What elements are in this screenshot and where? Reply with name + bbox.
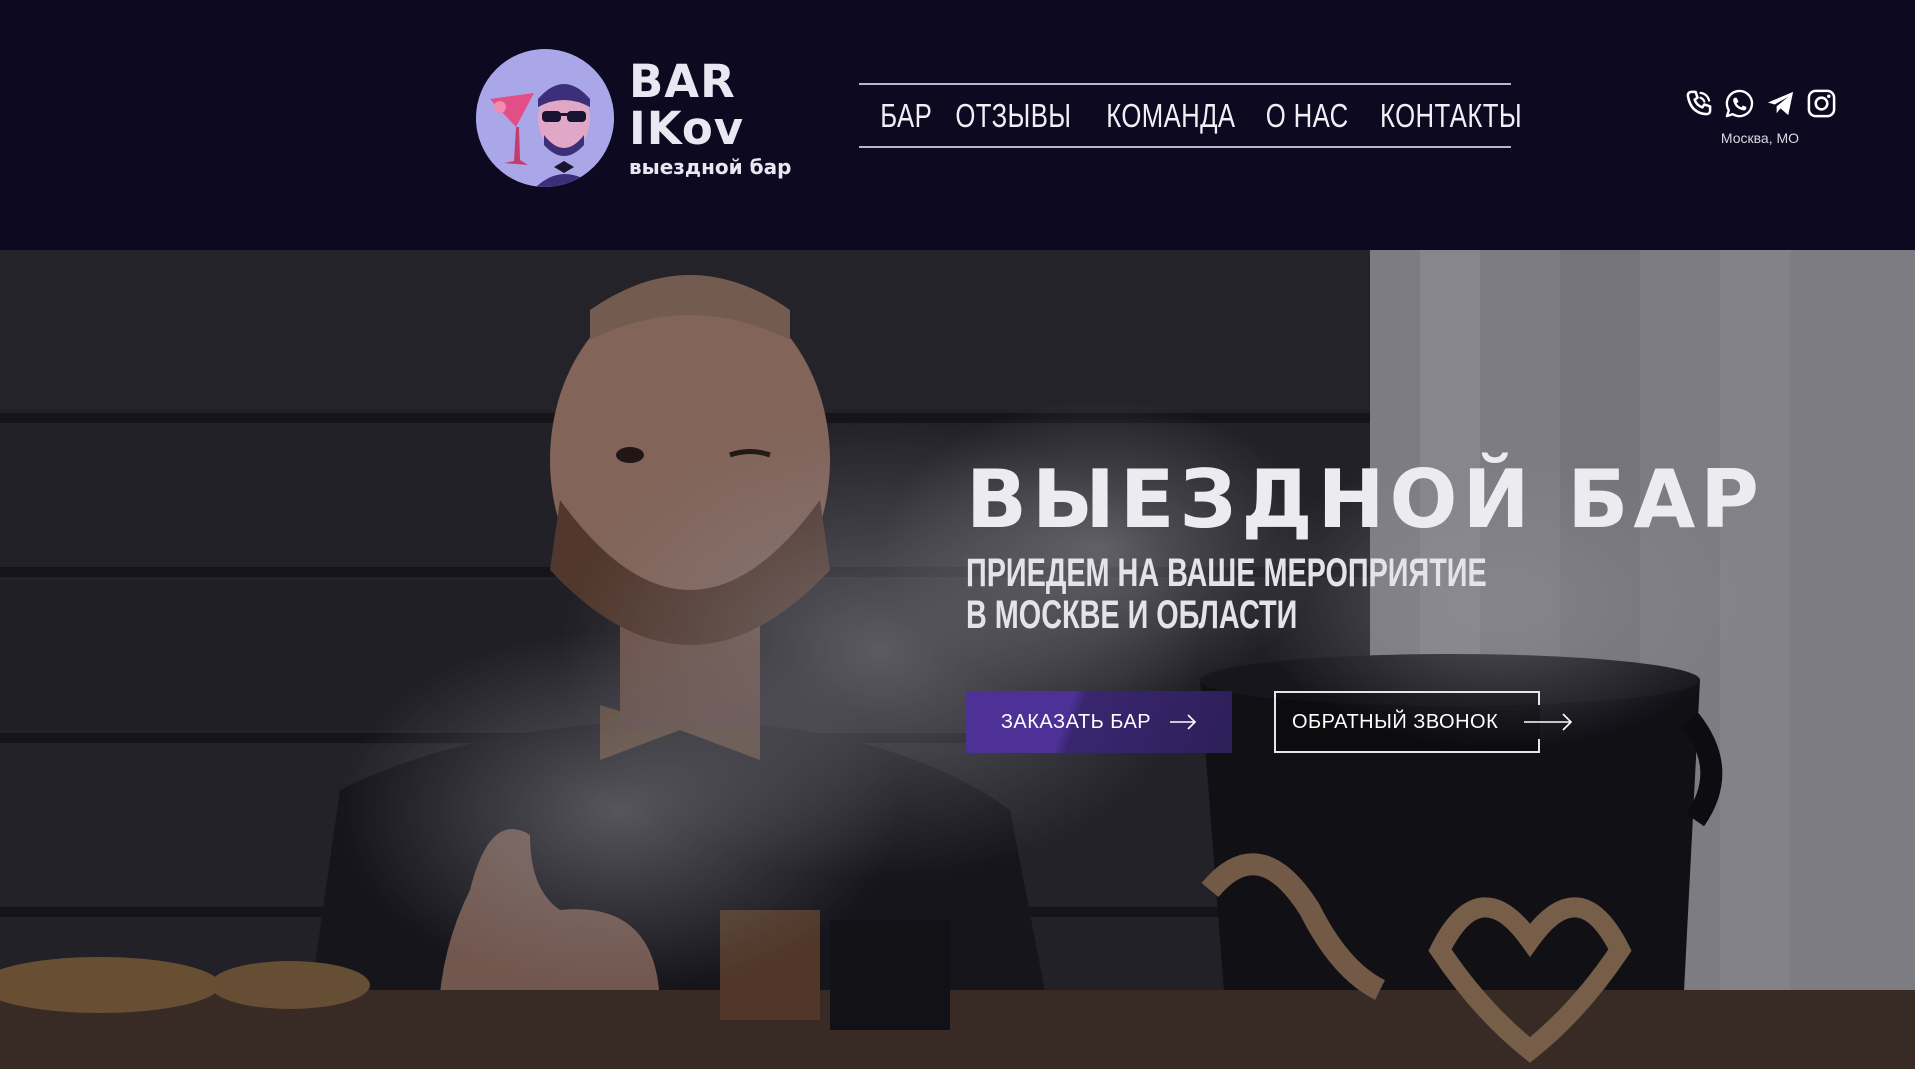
social-icons xyxy=(1683,88,1837,119)
telegram-icon[interactable] xyxy=(1765,88,1796,119)
logo-tagline: выездной бар xyxy=(629,155,792,179)
city-label: Москва, МО xyxy=(1720,130,1800,146)
main-nav: БАР ОТЗЫВЫ КОМАНДА О НАС КОНТАКТЫ xyxy=(859,83,1522,148)
logo-text: BAR IKov выездной бар xyxy=(629,59,791,177)
order-bar-button[interactable]: ЗАКАЗАТЬ БАР xyxy=(966,691,1232,753)
arrow-right-long-icon xyxy=(1524,707,1574,737)
order-bar-label: ЗАКАЗАТЬ БАР xyxy=(1000,710,1152,733)
instagram-icon[interactable] xyxy=(1806,88,1837,119)
hero-overlay xyxy=(0,250,1915,1069)
hero-subtitle-line1: ПРИЕДЕМ НА ВАШЕ МЕРОПРИЯТИЕ xyxy=(966,551,1487,595)
logo-brand-ikov: IKov xyxy=(629,102,745,155)
logo-brand-bar: BAR xyxy=(629,55,736,108)
callback-button[interactable]: ОБРАТНЫЙ ЗВОНОК xyxy=(1274,691,1573,753)
hero-section: ВЫЕЗДНОЙ БАР ПРИЕДЕМ НА ВАШЕ МЕРОПРИЯТИЕ… xyxy=(0,250,1915,1069)
hero-title: ВЫЕЗДНОЙ БАР xyxy=(966,453,1764,546)
nav-item-about[interactable]: О НАС xyxy=(1266,97,1349,135)
nav-item-bar[interactable]: БАР xyxy=(880,97,932,135)
nav-item-team[interactable]: КОМАНДА xyxy=(1107,97,1236,135)
nav-item-reviews[interactable]: ОТЗЫВЫ xyxy=(956,97,1072,135)
site-header: BAR IKov выездной бар БАР ОТЗЫВЫ КОМАНДА… xyxy=(0,0,1915,250)
nav-item-contacts[interactable]: КОНТАКТЫ xyxy=(1380,97,1522,135)
logo[interactable]: BAR IKov выездной бар xyxy=(476,49,791,187)
arrow-right-icon xyxy=(1170,714,1197,730)
hero-subtitle-line2: В МОСКВЕ И ОБЛАСТИ xyxy=(966,593,1298,637)
callback-label: ОБРАТНЫЙ ЗВОНОК xyxy=(1292,710,1499,733)
hero-subtitle: ПРИЕДЕМ НА ВАШЕ МЕРОПРИЯТИЕ В МОСКВЕ И О… xyxy=(966,552,1487,636)
whatsapp-icon[interactable] xyxy=(1724,88,1755,119)
social-block: Москва, МО xyxy=(1683,88,1837,146)
logo-emblem xyxy=(476,49,614,187)
phone-icon[interactable] xyxy=(1683,88,1714,119)
